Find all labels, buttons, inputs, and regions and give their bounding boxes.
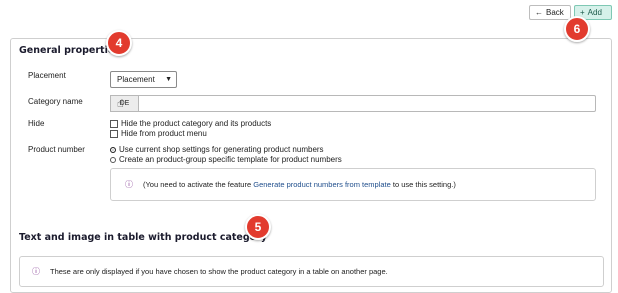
radio-selected[interactable]	[110, 146, 116, 153]
hide-menu-label: Hide from product menu	[121, 129, 207, 138]
category-name-input[interactable]	[110, 95, 596, 112]
use-shop-settings-radio[interactable]: Use current shop settings for generating…	[110, 145, 324, 154]
step-badge-4: 4	[106, 30, 132, 56]
info-suffix: to use this setting.)	[392, 180, 456, 189]
info-prefix: (You need to activate the feature	[143, 180, 252, 189]
add-button-label: Add	[587, 8, 602, 17]
back-button-label: Back	[546, 8, 564, 17]
info-icon: ⓘ	[125, 180, 133, 189]
create-template-label: Create an product-group specific templat…	[119, 155, 342, 164]
back-button[interactable]: ← Back	[529, 5, 571, 20]
step-badge-5: 5	[245, 214, 271, 240]
text-image-title: Text and image in table with product cat…	[19, 232, 268, 243]
top-toolbar: ← Back + Add	[0, 0, 618, 38]
category-name-label: Category name	[28, 97, 83, 106]
properties-card	[10, 38, 612, 293]
hide-menu-checkbox[interactable]: Hide from product menu	[110, 129, 207, 138]
text-image-info: ⓘ These are only displayed if you have c…	[19, 256, 604, 287]
hide-category-label: Hide the product category and its produc…	[121, 119, 272, 128]
dropdown-arrow-icon: ▼	[165, 76, 172, 83]
hide-label: Hide	[28, 119, 45, 128]
placement-select-value: Placement	[117, 75, 155, 84]
info-icon: ⓘ	[32, 267, 40, 276]
step-badge-6: 6	[564, 16, 590, 42]
product-number-info: ⓘ (You need to activate the feature Gene…	[110, 168, 596, 201]
product-number-label: Product number	[28, 145, 85, 154]
checkbox-box[interactable]	[110, 129, 118, 138]
checkbox-box[interactable]	[110, 119, 118, 128]
general-properties-title: General properties	[19, 45, 120, 56]
use-shop-settings-label: Use current shop settings for generating…	[119, 145, 324, 154]
hand-cursor-icon: ☝	[117, 98, 124, 110]
feature-link[interactable]: Generate product numbers from template	[253, 180, 391, 189]
create-template-radio[interactable]: Create an product-group specific templat…	[110, 155, 342, 164]
language-tag[interactable]: DE	[110, 95, 139, 112]
radio-unselected[interactable]	[110, 156, 116, 163]
text-image-info-text: These are only displayed if you have cho…	[50, 267, 388, 276]
placement-label: Placement	[28, 71, 66, 80]
hide-category-checkbox[interactable]: Hide the product category and its produc…	[110, 119, 271, 128]
arrow-left-icon: ←	[535, 8, 543, 17]
placement-select[interactable]: Placement ▼	[110, 71, 177, 88]
